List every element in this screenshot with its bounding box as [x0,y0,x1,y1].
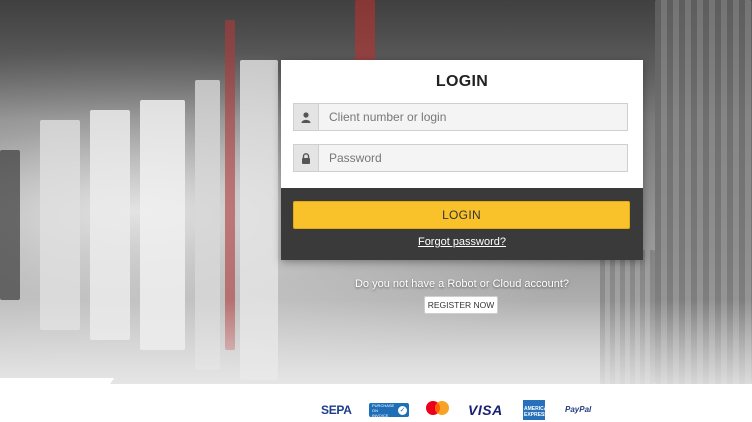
background-rack [40,120,80,330]
purchase-on-invoice-logo: PURCHASE ON INVOICE ✓ [369,402,409,418]
login-card-footer: LOGIN Forgot password? [281,188,643,260]
lock-icon [294,145,319,171]
login-button[interactable]: LOGIN [293,201,630,229]
visa-logo-text: VISA [468,402,503,418]
visa-logo: VISA [468,402,503,418]
password-input[interactable] [319,144,627,172]
register-prompt: Do you not have a Robot or Cloud account… [354,278,570,290]
client-number-field[interactable] [293,103,628,131]
amex-logo-text: AMERICAN EXPRESS [524,406,551,418]
sepa-logo-text: SEPA [321,403,352,417]
login-title: LOGIN [435,73,489,90]
client-number-input[interactable] [319,103,627,131]
password-field[interactable] [293,144,628,172]
american-express-logo: AMERICAN EXPRESS [523,400,551,420]
invoice-logo-text: PURCHASE ON INVOICE [372,402,395,418]
mastercard-logo [422,400,454,420]
background-rack [0,150,20,300]
register-now-button[interactable]: REGISTER NOW [424,296,498,314]
sepa-logo: SEPA [321,403,352,417]
login-card: LOGIN LOGIN Forgot password? [281,60,643,260]
background-floor [0,300,752,384]
user-icon [294,104,319,130]
paypal-logo: PayPal [565,405,591,414]
forgot-password-link[interactable]: Forgot password? [281,236,643,248]
checkmark-icon: ✓ [398,405,407,415]
paypal-logo-text: PayPal [565,405,592,414]
